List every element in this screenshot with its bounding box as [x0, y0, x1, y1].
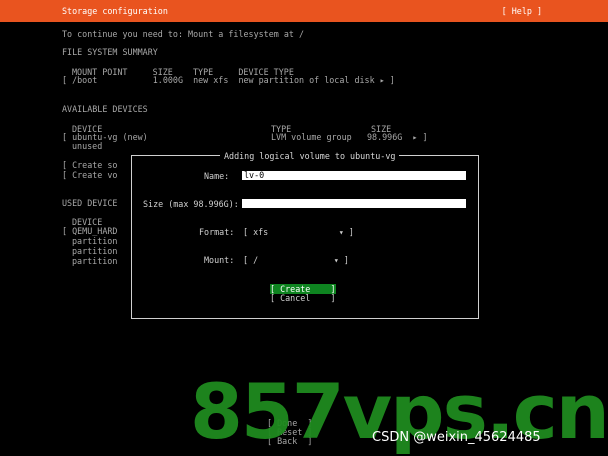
used-heading: USED DEVICE [62, 198, 118, 208]
name-input[interactable]: lv-0 [242, 171, 466, 180]
size-label: Size (max 98.996G): [143, 199, 239, 209]
create-volume-group-button[interactable]: [ Create vo [62, 170, 117, 180]
mount-label: Mount: [204, 255, 235, 265]
name-label: Name: [204, 171, 230, 181]
fs-summary-row[interactable]: [ /boot 1.000G new xfs new partition of … [62, 75, 395, 85]
available-device-type: LVM volume group [271, 132, 352, 142]
available-heading: AVAILABLE DEVICES [62, 104, 148, 114]
credit-watermark: CSDN @weixin_45624485 [372, 430, 541, 445]
format-label: Format: [199, 227, 235, 237]
help-button[interactable]: [ Help ] [502, 6, 542, 16]
available-device-unused: unused [72, 141, 103, 151]
used-partition-3: partition [72, 256, 118, 266]
fs-summary-heading: FILE SYSTEM SUMMARY [62, 47, 158, 57]
dialog-title: Adding logical volume to ubuntu-vg [220, 151, 400, 161]
size-input[interactable] [242, 199, 466, 208]
create-software-raid-button[interactable]: [ Create so [62, 160, 117, 170]
intro-text: To continue you need to: Mount a filesys… [62, 29, 305, 39]
used-device-name[interactable]: [ QEMU_HARD [62, 226, 117, 236]
available-device-size: 98.996G ▸ ] [367, 132, 428, 142]
format-select[interactable]: [ xfs ▾ ] [243, 227, 354, 237]
header-bar: Storage configuration [ Help ] [0, 0, 608, 22]
mount-select[interactable]: [ / ▾ ] [243, 255, 349, 265]
used-partition-2: partition [72, 246, 118, 256]
page-title: Storage configuration [62, 6, 168, 16]
cancel-button[interactable]: [ Cancel ] [270, 293, 336, 303]
used-partition-1: partition [72, 236, 118, 246]
